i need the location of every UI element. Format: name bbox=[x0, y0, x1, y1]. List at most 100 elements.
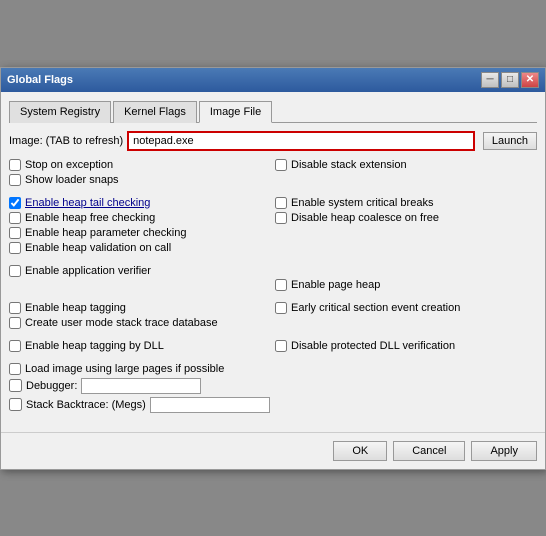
image-input[interactable] bbox=[129, 133, 473, 149]
col-right-4: Early critical section event creation bbox=[275, 302, 537, 332]
cancel-button[interactable]: Cancel bbox=[393, 441, 465, 461]
image-label: Image: (TAB to refresh) bbox=[9, 135, 123, 147]
col-left-4: Enable heap tagging Create user mode sta… bbox=[9, 302, 271, 332]
show-loader-snaps-label[interactable]: Show loader snaps bbox=[25, 174, 119, 186]
ok-button[interactable]: OK bbox=[333, 441, 387, 461]
section-1: Stop on exception Show loader snaps Disa… bbox=[9, 159, 537, 189]
cb-enable-heap-tail: Enable heap tail checking bbox=[9, 197, 271, 209]
cb-enable-heap-parameter: Enable heap parameter checking bbox=[9, 227, 271, 239]
enable-page-heap-checkbox[interactable] bbox=[275, 279, 287, 291]
load-image-large-pages-label[interactable]: Load image using large pages if possible bbox=[25, 363, 224, 375]
enable-page-heap-label[interactable]: Enable page heap bbox=[291, 279, 380, 291]
enable-heap-tail-checkbox[interactable] bbox=[9, 197, 21, 209]
disable-heap-coalesce-checkbox[interactable] bbox=[275, 212, 287, 224]
cb-create-user-mode-stack-trace: Create user mode stack trace database bbox=[9, 317, 271, 329]
separator-1 bbox=[9, 189, 537, 197]
image-row: Image: (TAB to refresh) Launch bbox=[9, 131, 537, 151]
col-left-5: Enable heap tagging by DLL bbox=[9, 340, 271, 355]
create-user-mode-stack-trace-checkbox[interactable] bbox=[9, 317, 21, 329]
debugger-row: Debugger: bbox=[9, 378, 537, 394]
enable-app-verifier-label[interactable]: Enable application verifier bbox=[25, 265, 151, 277]
enable-app-verifier-checkbox[interactable] bbox=[9, 265, 21, 277]
main-content: System Registry Kernel Flags Image File … bbox=[1, 92, 545, 424]
section-3: Enable application verifier Enable page … bbox=[9, 265, 537, 294]
stack-backtrace-row: Stack Backtrace: (Megs) bbox=[9, 397, 537, 413]
stack-backtrace-label[interactable]: Stack Backtrace: (Megs) bbox=[26, 399, 146, 411]
debugger-label[interactable]: Debugger: bbox=[26, 380, 77, 392]
cb-enable-system-critical: Enable system critical breaks bbox=[275, 197, 537, 209]
cb-enable-heap-tagging-dll: Enable heap tagging by DLL bbox=[9, 340, 271, 352]
col-left-1: Stop on exception Show loader snaps bbox=[9, 159, 271, 189]
image-input-wrap bbox=[127, 131, 475, 151]
col-right-2: Enable system critical breaks Disable he… bbox=[275, 197, 537, 257]
cb-disable-protected-dll: Disable protected DLL verification bbox=[275, 340, 537, 352]
cb-show-loader-snaps: Show loader snaps bbox=[9, 174, 271, 186]
disable-stack-extension-label[interactable]: Disable stack extension bbox=[291, 159, 407, 171]
cb-early-critical-section: Early critical section event creation bbox=[275, 302, 537, 314]
stop-exception-label[interactable]: Stop on exception bbox=[25, 159, 113, 171]
col-left-3: Enable application verifier bbox=[9, 265, 271, 294]
apply-button[interactable]: Apply bbox=[471, 441, 537, 461]
enable-heap-tagging-dll-label[interactable]: Enable heap tagging by DLL bbox=[25, 340, 164, 352]
title-bar: Global Flags ─ □ ✕ bbox=[1, 68, 545, 92]
tab-image-file[interactable]: Image File bbox=[199, 101, 272, 123]
cb-enable-app-verifier: Enable application verifier bbox=[9, 265, 271, 277]
tab-bar: System Registry Kernel Flags Image File bbox=[9, 100, 537, 123]
separator-4 bbox=[9, 332, 537, 340]
disable-protected-dll-label[interactable]: Disable protected DLL verification bbox=[291, 340, 455, 352]
separator-5 bbox=[9, 355, 537, 363]
enable-heap-parameter-checkbox[interactable] bbox=[9, 227, 21, 239]
section-5: Enable heap tagging by DLL Disable prote… bbox=[9, 340, 537, 355]
enable-heap-free-label[interactable]: Enable heap free checking bbox=[25, 212, 155, 224]
enable-heap-tagging-dll-checkbox[interactable] bbox=[9, 340, 21, 352]
col-right-1: Disable stack extension bbox=[275, 159, 537, 189]
enable-heap-tagging-label[interactable]: Enable heap tagging bbox=[25, 302, 126, 314]
disable-heap-coalesce-label[interactable]: Disable heap coalesce on free bbox=[291, 212, 439, 224]
stack-backtrace-input[interactable] bbox=[150, 397, 270, 413]
enable-heap-free-checkbox[interactable] bbox=[9, 212, 21, 224]
cb-load-image-large-pages: Load image using large pages if possible bbox=[9, 363, 537, 375]
enable-heap-tail-label[interactable]: Enable heap tail checking bbox=[25, 197, 150, 209]
separator-3 bbox=[9, 294, 537, 302]
show-loader-snaps-checkbox[interactable] bbox=[9, 174, 21, 186]
col-right-5: Disable protected DLL verification bbox=[275, 340, 537, 355]
enable-system-critical-label[interactable]: Enable system critical breaks bbox=[291, 197, 433, 209]
cb-enable-heap-free: Enable heap free checking bbox=[9, 212, 271, 224]
debugger-input[interactable] bbox=[81, 378, 201, 394]
stack-backtrace-checkbox[interactable] bbox=[9, 398, 22, 411]
title-bar-buttons: ─ □ ✕ bbox=[481, 72, 539, 88]
cb-disable-heap-coalesce: Disable heap coalesce on free bbox=[275, 212, 537, 224]
cb-enable-heap-validation: Enable heap validation on call bbox=[9, 242, 271, 254]
section-4: Enable heap tagging Create user mode sta… bbox=[9, 302, 537, 332]
tab-kernel-flags[interactable]: Kernel Flags bbox=[113, 101, 197, 123]
enable-heap-validation-label[interactable]: Enable heap validation on call bbox=[25, 242, 171, 254]
launch-button[interactable]: Launch bbox=[483, 132, 537, 150]
debugger-checkbox[interactable] bbox=[9, 379, 22, 392]
maximize-button[interactable]: □ bbox=[501, 72, 519, 88]
enable-heap-tagging-checkbox[interactable] bbox=[9, 302, 21, 314]
cb-disable-stack-extension: Disable stack extension bbox=[275, 159, 537, 171]
early-critical-section-label[interactable]: Early critical section event creation bbox=[291, 302, 460, 314]
minimize-button[interactable]: ─ bbox=[481, 72, 499, 88]
cb-enable-heap-tagging: Enable heap tagging bbox=[9, 302, 271, 314]
tab-system-registry[interactable]: System Registry bbox=[9, 101, 111, 123]
disable-protected-dll-checkbox[interactable] bbox=[275, 340, 287, 352]
enable-heap-parameter-label[interactable]: Enable heap parameter checking bbox=[25, 227, 186, 239]
bottom-bar: OK Cancel Apply bbox=[1, 432, 545, 469]
global-flags-window: Global Flags ─ □ ✕ System Registry Kerne… bbox=[0, 67, 546, 470]
create-user-mode-stack-trace-label[interactable]: Create user mode stack trace database bbox=[25, 317, 218, 329]
window-title: Global Flags bbox=[7, 74, 73, 86]
early-critical-section-checkbox[interactable] bbox=[275, 302, 287, 314]
load-image-large-pages-checkbox[interactable] bbox=[9, 363, 21, 375]
enable-system-critical-checkbox[interactable] bbox=[275, 197, 287, 209]
enable-heap-validation-checkbox[interactable] bbox=[9, 242, 21, 254]
section-2: Enable heap tail checking Enable heap fr… bbox=[9, 197, 537, 257]
disable-stack-extension-checkbox[interactable] bbox=[275, 159, 287, 171]
cb-stop-exception: Stop on exception bbox=[9, 159, 271, 171]
col-left-2: Enable heap tail checking Enable heap fr… bbox=[9, 197, 271, 257]
cb-enable-page-heap: Enable page heap bbox=[275, 279, 537, 291]
stop-exception-checkbox[interactable] bbox=[9, 159, 21, 171]
separator-2 bbox=[9, 257, 537, 265]
close-button[interactable]: ✕ bbox=[521, 72, 539, 88]
col-right-3: Enable page heap bbox=[275, 265, 537, 294]
